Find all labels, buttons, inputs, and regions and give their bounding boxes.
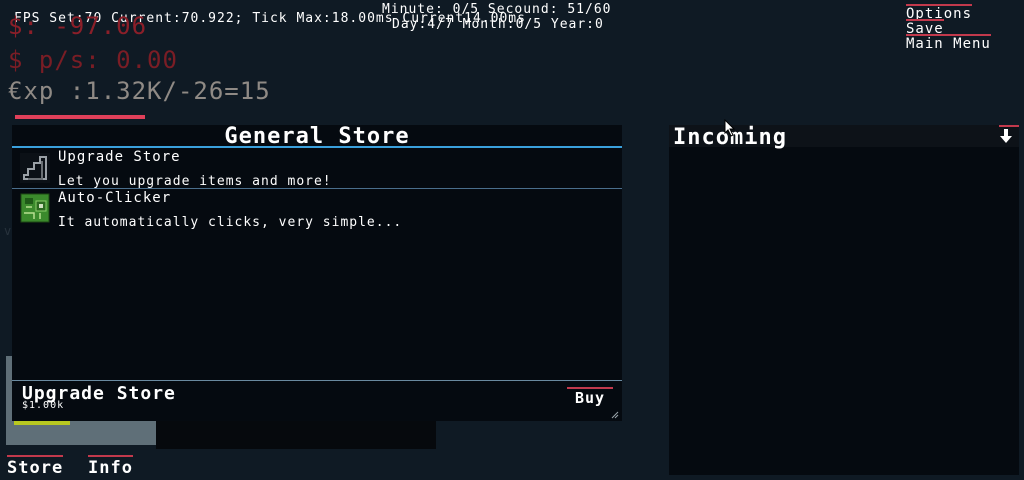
tab-info[interactable]: Info xyxy=(88,455,133,478)
general-store-panel: General Store Upgrade Store Let you upgr… xyxy=(12,125,622,421)
progress-bar xyxy=(14,421,70,425)
selected-item-price: $1.00k xyxy=(22,400,65,411)
mouse-cursor-icon xyxy=(724,119,736,137)
incoming-header: Incoming xyxy=(669,125,1019,150)
incoming-panel: Incoming xyxy=(669,125,1019,475)
store-title-underline xyxy=(12,146,622,148)
resize-handle-icon[interactable] xyxy=(611,411,619,419)
background-strip xyxy=(156,418,436,449)
buy-button[interactable]: Buy xyxy=(567,387,613,409)
detail-divider xyxy=(12,380,622,381)
store-item-upgrade-store[interactable]: Upgrade Store Let you upgrade items and … xyxy=(12,149,622,189)
store-item-description: It automatically clicks, very simple... xyxy=(58,215,403,230)
xp-counter: €xp :1.32K/-26=15 xyxy=(8,77,271,105)
item-separator xyxy=(12,188,622,189)
upgrade-stairs-icon xyxy=(20,153,50,183)
circuit-board-icon xyxy=(20,193,50,223)
main-menu-button[interactable]: Main Menu xyxy=(906,34,991,52)
store-item-description: Let you upgrade items and more! xyxy=(58,174,332,189)
money-per-second: $ p/s: 0.00 xyxy=(8,46,178,74)
store-item-auto-clicker[interactable]: Auto-Clicker It automatically clicks, ve… xyxy=(12,190,622,230)
tab-store[interactable]: Store xyxy=(7,455,64,478)
store-item-name: Upgrade Store xyxy=(58,149,181,165)
date-display: Day:4/7 Month:0/5 Year:0 xyxy=(392,17,604,32)
store-item-name: Auto-Clicker xyxy=(58,190,172,206)
stats-divider xyxy=(15,115,145,119)
time-display: Minute: 0/5 Secound: 51/60 xyxy=(382,2,612,17)
store-title: General Store xyxy=(224,124,410,149)
down-arrow-icon[interactable] xyxy=(997,127,1015,145)
money-counter: $: -97.06 xyxy=(8,12,148,40)
